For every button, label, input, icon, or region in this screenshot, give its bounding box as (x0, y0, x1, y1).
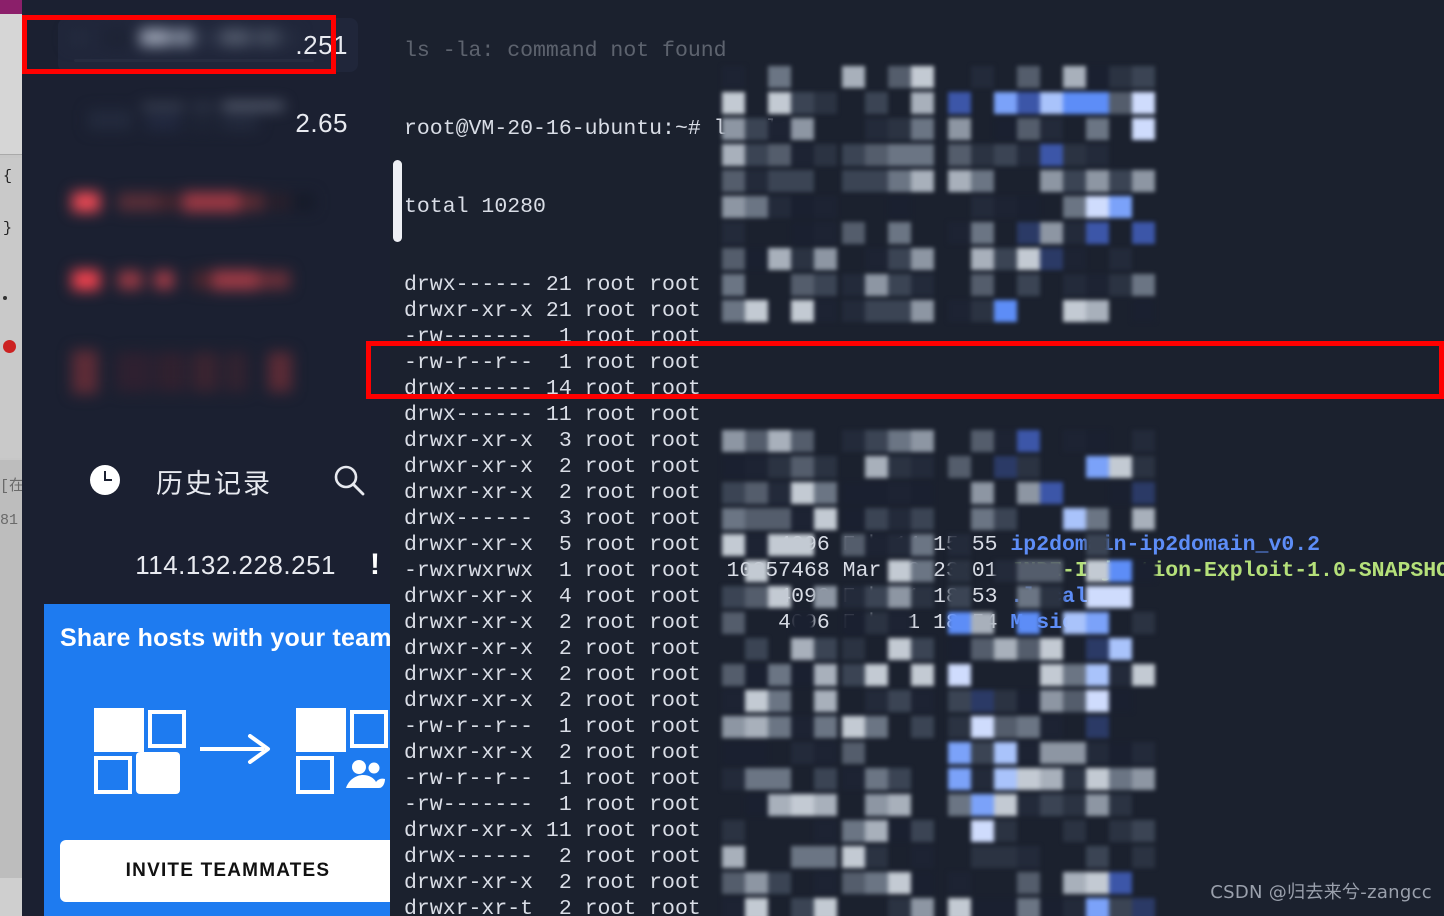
hosts-tiles-icon (94, 708, 186, 794)
shared-hosts-tiles-icon (296, 708, 388, 794)
invite-teammates-button[interactable]: INVITE TEAMMATES (60, 840, 396, 902)
host-ip-suffix-2: 2.65 (295, 108, 348, 138)
promo-title: Share hosts with your team (60, 624, 392, 652)
background-editor-window[interactable]: { } [在 81 (0, 0, 22, 916)
mosaic-censor-overlay (390, 0, 1444, 916)
promo-illustration (94, 708, 388, 794)
host-subtitle-placeholder-1 (74, 59, 314, 62)
share-hosts-promo: Share hosts with your team INVITE TEAMMA… (44, 604, 412, 916)
history-item-ip: 114.132.228.251 (135, 550, 336, 580)
people-icon (342, 756, 388, 792)
masked-host-row-3[interactable] (72, 190, 372, 220)
host-list-item-2[interactable]: 2.65 (58, 96, 358, 150)
hosts-sidebar: .251 2.65 历史记录 114.132.228.251 ! Share h… (22, 0, 412, 916)
history-label: 历史记录 (156, 469, 272, 500)
editor-marker-dot (3, 296, 7, 300)
console-line-2: 81 (0, 512, 19, 529)
editor-statusbar (0, 878, 22, 916)
editor-tabstrip[interactable] (0, 14, 22, 155)
watermark: CSDN @归去来兮-zangcc (1210, 882, 1432, 903)
code-token-close-brace: } (3, 220, 13, 237)
host-ip-suffix-1: .251 (295, 30, 348, 60)
terminal-pane[interactable]: ls -la: command not found root@VM-20-16-… (390, 0, 1444, 916)
editor-console-area[interactable]: [在 81 (0, 460, 22, 880)
code-token-open-brace: { (3, 168, 13, 185)
masked-host-row-5[interactable] (72, 350, 372, 396)
masked-host-row-4[interactable] (72, 268, 372, 298)
host-list-item-1[interactable]: .251 (58, 18, 358, 72)
editor-code-area[interactable]: { } (0, 158, 22, 458)
history-list-item[interactable]: 114.132.228.251 ! (44, 540, 412, 594)
console-line-1: [在 (0, 478, 22, 495)
editor-titlebar (0, 0, 22, 14)
clock-icon (90, 465, 120, 495)
arrow-right-icon (198, 734, 276, 764)
history-header: 历史记录 (44, 455, 412, 511)
alert-icon[interactable]: ! (370, 548, 380, 582)
search-icon[interactable] (332, 463, 366, 497)
editor-breakpoint-icon[interactable] (3, 340, 16, 353)
screen: { } [在 81 .251 2.65 历史记录 114.132.228.251… (0, 0, 1444, 916)
